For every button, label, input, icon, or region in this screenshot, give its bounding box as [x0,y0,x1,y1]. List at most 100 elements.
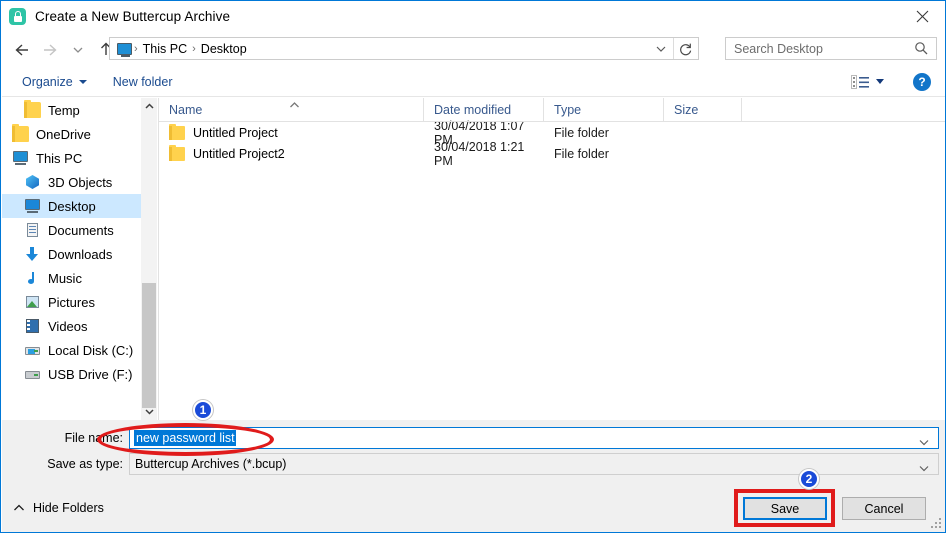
downloads-icon [24,246,41,262]
sidebar-item-onedrive[interactable]: OneDrive [2,122,157,146]
file-name-input[interactable]: new password list [129,427,939,449]
chevron-down-icon[interactable] [141,403,157,420]
chevron-down-icon[interactable] [64,35,92,65]
type-cell: File folder [554,125,609,140]
close-icon[interactable] [899,1,945,31]
refresh-glyph [680,43,692,55]
file-name-label: File name: [64,431,123,445]
column-header-size[interactable]: Size [664,97,742,122]
sidebar-item-videos[interactable]: Videos [2,314,157,338]
annotation-badge-1: 1 [193,400,213,420]
sidebar-item-desktop[interactable]: Desktop [2,194,157,218]
address-dropdown-glyph [656,46,666,52]
resize-grip[interactable] [931,518,942,529]
search-input[interactable] [734,39,904,58]
chevron-down-icon[interactable] [876,79,884,84]
music-note-icon [24,270,41,286]
desktop-icon [24,198,41,214]
videos-icon [24,318,41,334]
sidebar-item-this-pc[interactable]: This PC [2,146,157,170]
3d-objects-icon [24,174,41,190]
column-header-label: Type [554,102,582,117]
sidebar-item-music[interactable]: Music [2,266,157,290]
arrow-left-icon[interactable] [8,35,36,65]
annotation-badge-2: 2 [799,469,819,489]
cancel-button-label: Cancel [864,501,904,516]
table-row[interactable]: Untitled Project2 30/04/2018 1:21 PM File … [159,140,945,168]
file-list-pane[interactable]: Name Date modified Type Size Untitled Proje… [158,97,945,420]
chevron-down-icon [78,79,87,84]
sidebar-item-label: Documents [48,222,114,238]
address-bar[interactable]: › This PC › Desktop [109,37,699,60]
save-as-type-label: Save as type: [47,457,123,471]
savetype-caret-glyph [919,466,929,472]
breadcrumb-item-desktop[interactable]: Desktop [198,42,250,56]
sidebar-item-label: Videos [48,318,88,334]
save-as-type-select[interactable]: Buttercup Archives (*.bcup) [129,453,939,475]
navigation-pane[interactable]: Temp OneDrive This PC 3D Objects Desktop Docu… [2,98,157,420]
scroll-up-glyph [144,103,154,109]
sidebar-item-downloads[interactable]: Downloads [2,242,157,266]
sidebar-item-local-disk-c[interactable]: Local Disk (C:) [2,338,157,362]
sidebar-item-documents[interactable]: Documents [2,218,157,242]
chevron-down-icon[interactable] [918,460,930,478]
list-view-glyph [851,75,869,89]
sidebar-item-label: Pictures [48,294,95,310]
chevron-down-icon[interactable] [918,434,930,452]
organize-label: Organize [22,74,73,89]
column-header-row: Name Date modified Type Size [159,97,945,122]
date-modified-cell: 30/04/2018 1:21 PM [434,139,525,168]
search-box[interactable] [725,37,937,60]
file-name-text: Untitled Project [193,125,278,140]
column-header-label: Date modified [434,102,512,117]
chevron-down-icon[interactable] [650,38,672,59]
help-circle-icon[interactable]: ? [913,73,931,91]
breadcrumb-separator: › [134,42,138,55]
sidebar-item-usb-drive-f[interactable]: USB Drive (F:) [2,362,157,386]
folder-icon [169,123,185,140]
computer-monitor-icon [117,42,132,57]
sidebar-item-label: USB Drive (F:) [48,366,133,382]
magnifier-glyph [915,42,928,55]
refresh-icon[interactable] [673,38,698,59]
buttercup-lock-icon [9,8,26,25]
cancel-button[interactable]: Cancel [842,497,926,520]
sidebar-item-label: Desktop [48,198,96,214]
usb-drive-icon [24,366,41,382]
folder-icon [24,100,41,118]
breadcrumb-separator: › [192,42,196,55]
sidebar-item-3d-objects[interactable]: 3D Objects [2,170,157,194]
list-view-icon[interactable] [851,75,870,95]
pictures-icon [24,294,41,310]
sidebar-item-temp[interactable]: Temp [2,98,157,122]
file-rows-container: Untitled Project 30/04/2018 1:07 PM File f… [159,119,945,168]
save-as-type-value: Buttercup Archives (*.bcup) [135,457,287,471]
close-glyph [916,10,928,22]
chevron-up-icon [13,501,25,515]
save-button-label: Save [770,501,800,516]
sidebar-item-label: Downloads [48,246,113,262]
sidebar-scrollbar[interactable] [141,98,157,420]
sidebar-item-label: Music [48,270,82,286]
hide-folders-button[interactable]: Hide Folders [13,501,104,515]
sidebar-item-label: 3D Objects [48,174,113,190]
hard-drive-icon [24,342,41,358]
hide-folders-label: Hide Folders [33,501,104,515]
toolbar: Organize New folder ? [2,67,945,97]
column-header-label: Name [169,102,203,117]
scrollbar-thumb[interactable] [142,283,156,408]
save-button[interactable]: Save [743,497,827,520]
file-name-value: new password list [134,430,236,446]
column-header-date-modified[interactable]: Date modified [424,97,544,122]
chevron-up-icon[interactable] [141,98,157,115]
sidebar-item-pictures[interactable]: Pictures [2,290,157,314]
table-row[interactable]: Untitled Project 30/04/2018 1:07 PM File f… [159,119,945,147]
new-folder-button[interactable]: New folder [107,72,179,92]
filename-caret-glyph [919,440,929,446]
organize-button[interactable]: Organize [16,72,93,92]
column-header-type[interactable]: Type [544,97,664,122]
recent-glyph [73,47,83,53]
breadcrumb-item-this-pc[interactable]: This PC [140,42,190,56]
column-header-name[interactable]: Name [159,97,424,122]
folder-icon [12,124,29,142]
